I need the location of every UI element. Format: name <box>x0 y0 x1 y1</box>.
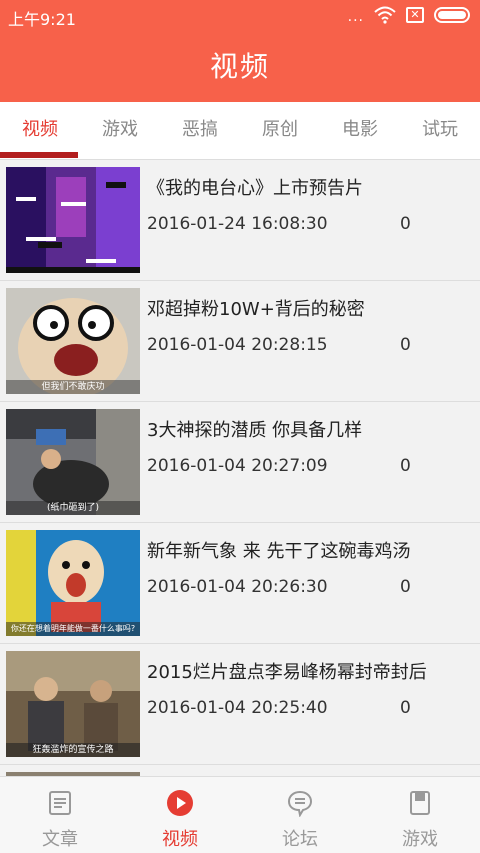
video-play-icon <box>167 790 193 816</box>
video-thumbnail: 你还在想着明年能做一番什么事吗? <box>6 530 140 636</box>
video-thumbnail: 但我们不敢庆功 <box>6 288 140 394</box>
thumbnail-caption: 狂轰滥炸的宣传之路 <box>32 745 114 755</box>
nav-game[interactable]: 游戏 <box>360 777 480 853</box>
video-thumbnail: 狂轰滥炸的宣传之路 <box>6 651 140 757</box>
signal-dots-icon: ... <box>347 9 364 25</box>
video-date: 2016-01-04 20:27:09 <box>147 456 328 476</box>
tab-spoof[interactable]: 恶搞 <box>160 102 240 159</box>
wifi-icon <box>374 6 396 24</box>
thumbnail-caption: (纸巾砸到了) <box>46 503 100 513</box>
bottom-nav: 文章 视频 论坛 游戏 <box>0 776 480 853</box>
list-item[interactable]: 狂轰滥炸的宣传之路 2015烂片盘点李易峰杨幂封帝封后 2016-01-04 2… <box>0 644 480 765</box>
game-icon <box>410 791 430 815</box>
no-sim-icon: ✕ <box>406 7 424 23</box>
nav-forum[interactable]: 论坛 <box>240 777 360 853</box>
tab-video[interactable]: 视频 <box>0 102 80 159</box>
view-count: 0 <box>400 335 411 355</box>
nav-label: 论坛 <box>282 829 318 850</box>
video-thumbnail <box>6 167 140 273</box>
view-count: 0 <box>400 577 411 597</box>
video-list: 《我的电台心》上市预告片 2016-01-24 16:08:30 0 但我们不敢… <box>0 160 480 776</box>
status-time: 上午9:21 <box>8 10 76 29</box>
video-date: 2016-01-04 20:26:30 <box>147 577 328 597</box>
video-date: 2016-01-24 16:08:30 <box>147 214 328 234</box>
tab-movie[interactable]: 电影 <box>320 102 400 159</box>
video-title: 《我的电台心》上市预告片 <box>147 178 363 199</box>
tab-trial[interactable]: 试玩 <box>400 102 480 159</box>
video-title: 新年新气象 来 先干了这碗毒鸡汤 <box>147 541 411 562</box>
thumbnail-caption: 但我们不敢庆功 <box>41 382 105 392</box>
tab-game[interactable]: 游戏 <box>80 102 160 159</box>
battery-icon <box>434 7 470 23</box>
list-item[interactable]: 《我的电台心》上市预告片 2016-01-24 16:08:30 0 <box>0 160 480 281</box>
video-title: 2015烂片盘点李易峰杨幂封帝封后 <box>147 662 427 683</box>
video-thumbnail: (纸巾砸到了) <box>6 409 140 515</box>
status-bar: 上午9:21 ... ✕ <box>0 0 480 32</box>
nav-video[interactable]: 视频 <box>120 777 240 853</box>
list-item[interactable]: 但我们不敢庆功 邓超掉粉10W+背后的秘密 2016-01-04 20:28:1… <box>0 281 480 402</box>
tab-original[interactable]: 原创 <box>240 102 320 159</box>
title-bar: 视频 <box>0 32 480 102</box>
list-item[interactable] <box>0 765 480 776</box>
nav-label: 文章 <box>42 829 78 850</box>
view-count: 0 <box>400 698 411 718</box>
video-date: 2016-01-04 20:28:15 <box>147 335 328 355</box>
active-tab-indicator <box>0 152 78 158</box>
article-icon <box>49 791 71 815</box>
status-icons: ... ✕ <box>348 6 470 24</box>
nav-article[interactable]: 文章 <box>0 777 120 853</box>
video-title: 邓超掉粉10W+背后的秘密 <box>147 299 365 320</box>
forum-icon <box>287 790 313 818</box>
list-item[interactable]: 你还在想着明年能做一番什么事吗? 新年新气象 来 先干了这碗毒鸡汤 2016-0… <box>0 523 480 644</box>
nav-label: 视频 <box>162 829 198 850</box>
thumbnail-caption: 你还在想着明年能做一番什么事吗? <box>10 624 136 633</box>
list-item[interactable]: (纸巾砸到了) 3大神探的潜质 你具备几样 2016-01-04 20:27:0… <box>0 402 480 523</box>
video-title: 3大神探的潜质 你具备几样 <box>147 420 363 441</box>
nav-label: 游戏 <box>402 829 438 850</box>
view-count: 0 <box>400 214 411 234</box>
view-count: 0 <box>400 456 411 476</box>
video-date: 2016-01-04 20:25:40 <box>147 698 328 718</box>
page-title: 视频 <box>209 50 270 83</box>
